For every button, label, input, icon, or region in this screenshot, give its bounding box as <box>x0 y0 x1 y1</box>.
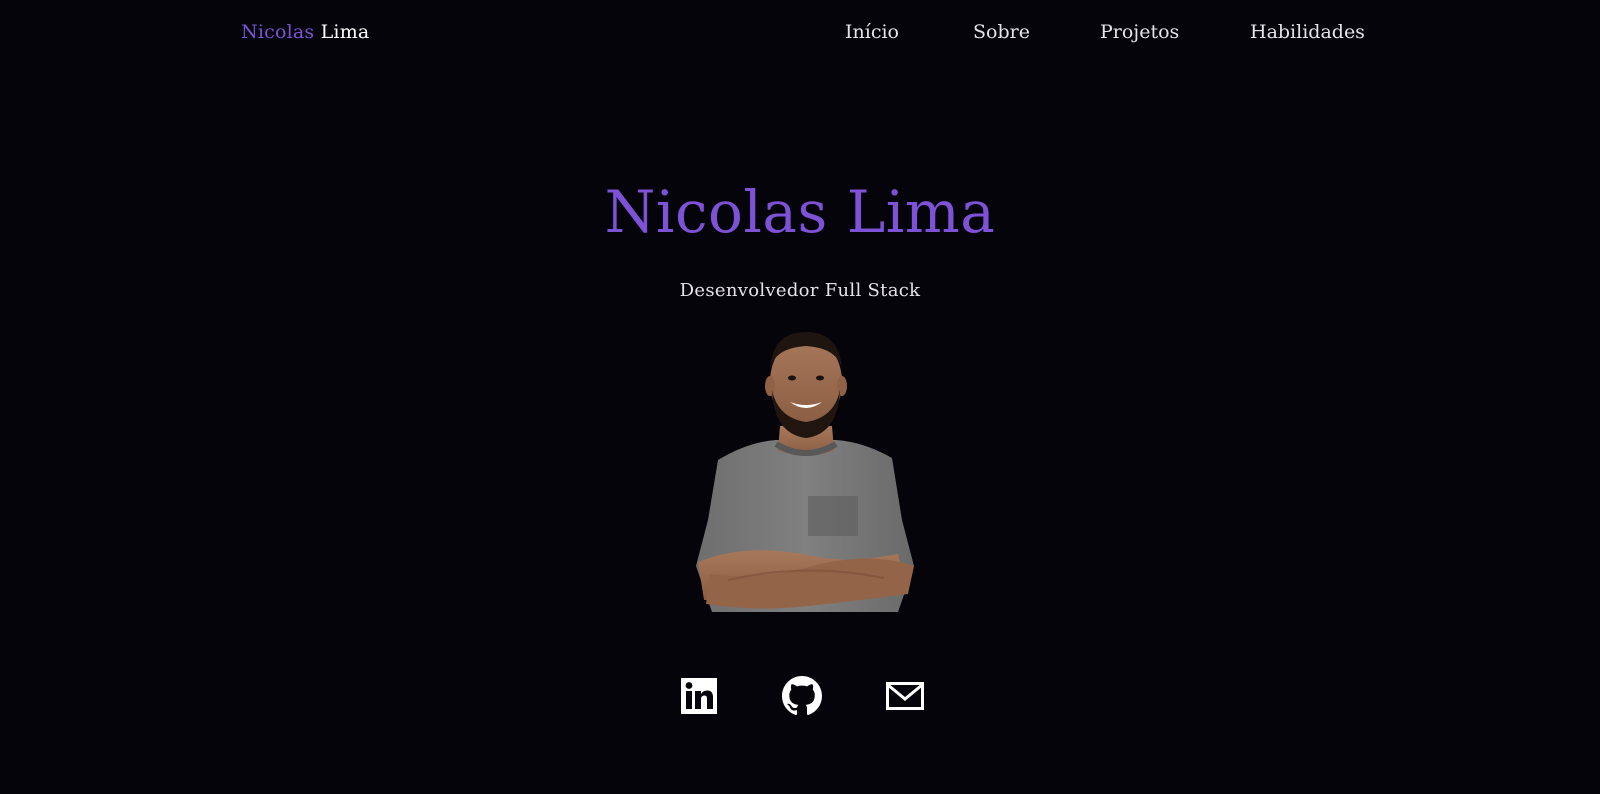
github-icon <box>782 676 822 716</box>
navbar: Nicolas Lima Início Sobre Projetos Habil… <box>0 0 1600 66</box>
nav-link-sobre[interactable]: Sobre <box>973 19 1030 45</box>
nav-link-habilidades[interactable]: Habilidades <box>1250 19 1365 45</box>
social-links <box>0 676 1600 716</box>
nav-link-projetos[interactable]: Projetos <box>1100 19 1179 45</box>
linkedin-icon <box>679 676 719 716</box>
mail-icon <box>885 676 925 716</box>
linkedin-link[interactable] <box>679 676 719 716</box>
github-link[interactable] <box>782 676 822 716</box>
hero-title: Nicolas Lima <box>604 178 996 246</box>
nav-link-inicio[interactable]: Início <box>845 19 899 45</box>
nav-links: Início Sobre Projetos Habilidades <box>0 19 1600 45</box>
hero-subtitle: Desenvolvedor Full Stack <box>679 280 921 301</box>
email-link[interactable] <box>885 676 925 716</box>
profile-photo <box>688 330 924 626</box>
